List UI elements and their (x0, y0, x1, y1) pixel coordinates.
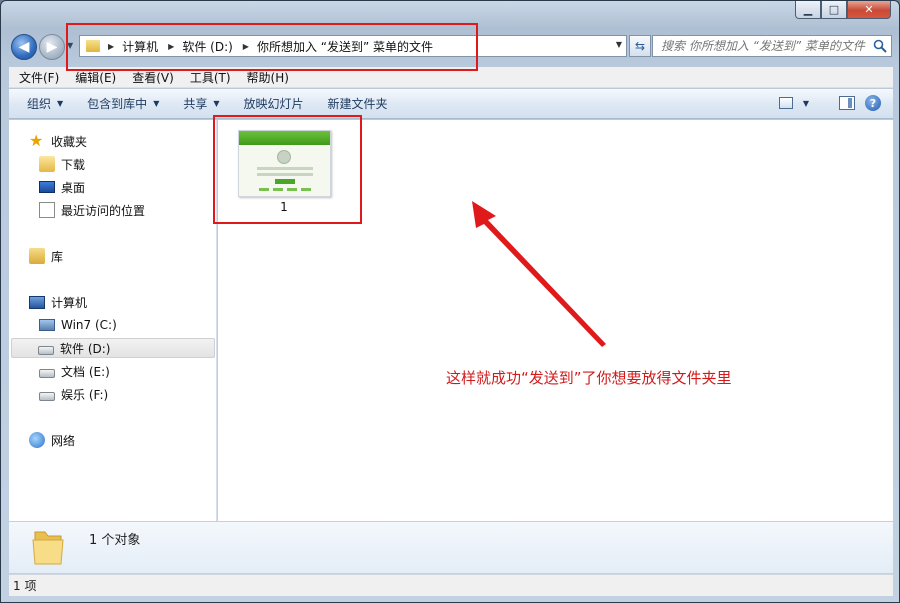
menu-file[interactable]: 文件(F) (11, 69, 67, 86)
address-dropdown-icon[interactable]: ▼ (616, 40, 622, 49)
nav-drive-f[interactable]: 娱乐 (F:) (39, 384, 108, 404)
folder-icon (32, 531, 64, 565)
libraries-icon (29, 248, 45, 264)
annotation-arrow-icon (472, 201, 606, 347)
drive-icon (39, 368, 55, 378)
item-count: 1 项 (13, 579, 37, 593)
minimize-button[interactable]: ▁ (795, 1, 821, 19)
nav-drive-c-label: Win7 (C:) (61, 318, 117, 332)
recent-places-icon (39, 202, 55, 218)
chevron-down-icon: ▼ (57, 99, 64, 108)
nav-network-label: 网络 (51, 433, 76, 448)
nav-drive-d-label: 软件 (D:) (60, 341, 111, 356)
change-view-icon[interactable] (778, 97, 793, 109)
nav-drive-d[interactable]: 软件 (D:) (11, 338, 215, 358)
arrow-right-icon: ▶ (46, 39, 58, 55)
desktop-icon (39, 181, 55, 193)
downloads-folder-icon (39, 156, 55, 172)
nav-drive-c[interactable]: Win7 (C:) (39, 315, 117, 335)
slideshow-button[interactable]: 放映幻灯片 (232, 95, 316, 112)
nav-favorites[interactable]: ★ 收藏夹 (29, 131, 87, 151)
include-in-library-label: 包含到库中 (87, 97, 148, 111)
nav-computer[interactable]: 计算机 (29, 292, 87, 312)
include-in-library-button[interactable]: 包含到库中 ▼ (75, 95, 171, 112)
new-folder-button[interactable]: 新建文件夹 (316, 95, 400, 112)
help-icon[interactable]: ? (865, 95, 881, 111)
nav-drive-e[interactable]: 文档 (E:) (39, 361, 110, 381)
organize-label: 组织 (27, 97, 52, 111)
nav-favorites-label: 收藏夹 (51, 134, 88, 149)
details-summary: 1 个对象 (89, 533, 141, 548)
search-icon[interactable] (873, 39, 887, 53)
search-box[interactable] (652, 35, 892, 57)
share-button[interactable]: 共享 ▼ (171, 95, 231, 112)
navigation-pane: ★ 收藏夹 下载 桌面 最近访问的位置 库 计算机 Win7 (C:) 软件 (D… (9, 120, 217, 521)
maximize-button[interactable]: □ (821, 1, 847, 19)
nav-libraries[interactable]: 库 (29, 246, 63, 266)
refresh-icon: ⇆ (634, 39, 646, 53)
preview-pane-icon[interactable] (839, 96, 855, 110)
nav-drive-e-label: 文档 (E:) (61, 364, 110, 379)
nav-desktop[interactable]: 桌面 (39, 177, 85, 197)
chevron-down-icon: ▼ (153, 99, 160, 108)
new-folder-label: 新建文件夹 (327, 97, 388, 111)
nav-computer-label: 计算机 (51, 295, 88, 310)
nav-downloads[interactable]: 下载 (39, 154, 85, 174)
nav-desktop-label: 桌面 (61, 180, 86, 195)
search-input[interactable] (661, 39, 871, 53)
nav-recent-label: 最近访问的位置 (61, 203, 146, 218)
annotation-note: 这样就成功“发送到”了你想要放得文件夹里 (446, 369, 732, 387)
details-pane: 1 个对象 (9, 521, 893, 573)
system-drive-icon (39, 319, 55, 331)
nav-recent-places[interactable]: 最近访问的位置 (39, 200, 145, 220)
forward-button[interactable]: ▶ (39, 34, 65, 60)
menu-view[interactable]: 查看(V) (124, 69, 182, 86)
network-icon (29, 432, 45, 448)
status-bar: 1 项 (9, 574, 893, 596)
view-options-dropdown-icon[interactable]: ▼ (803, 99, 809, 108)
organize-button[interactable]: 组织 ▼ (15, 95, 75, 112)
nav-downloads-label: 下载 (61, 157, 86, 172)
arrow-left-icon: ◀ (18, 39, 30, 55)
star-icon: ★ (29, 131, 44, 150)
slideshow-label: 放映幻灯片 (243, 97, 304, 111)
command-bar: 组织 ▼ 包含到库中 ▼ 共享 ▼ 放映幻灯片 新建文件夹 ▼ ? (9, 89, 893, 119)
chevron-down-icon: ▼ (213, 99, 220, 108)
menu-tools[interactable]: 工具(T) (182, 69, 239, 86)
share-label: 共享 (183, 97, 208, 111)
menu-help[interactable]: 帮助(H) (239, 69, 297, 86)
address-highlight-box (66, 23, 478, 71)
drive-icon (38, 345, 54, 355)
view-controls: ▼ ? (778, 95, 881, 111)
menu-edit[interactable]: 编辑(E) (67, 69, 124, 86)
computer-icon (29, 295, 45, 309)
caption-buttons: ▁ □ ✕ (795, 1, 891, 21)
back-button[interactable]: ◀ (11, 34, 37, 60)
drive-icon (39, 391, 55, 401)
close-button[interactable]: ✕ (847, 1, 891, 19)
refresh-button[interactable]: ⇆ (629, 35, 651, 57)
nav-drive-f-label: 娱乐 (F:) (61, 387, 109, 402)
file-highlight-box (213, 115, 362, 224)
nav-network[interactable]: 网络 (29, 430, 75, 450)
explorer-window: ▁ □ ✕ ◀ ▶ ▼ ▶ 计算机 ▶ 软件 (D:) ▶ 你所想加入 “发送到… (0, 0, 900, 603)
nav-libraries-label: 库 (51, 249, 64, 264)
